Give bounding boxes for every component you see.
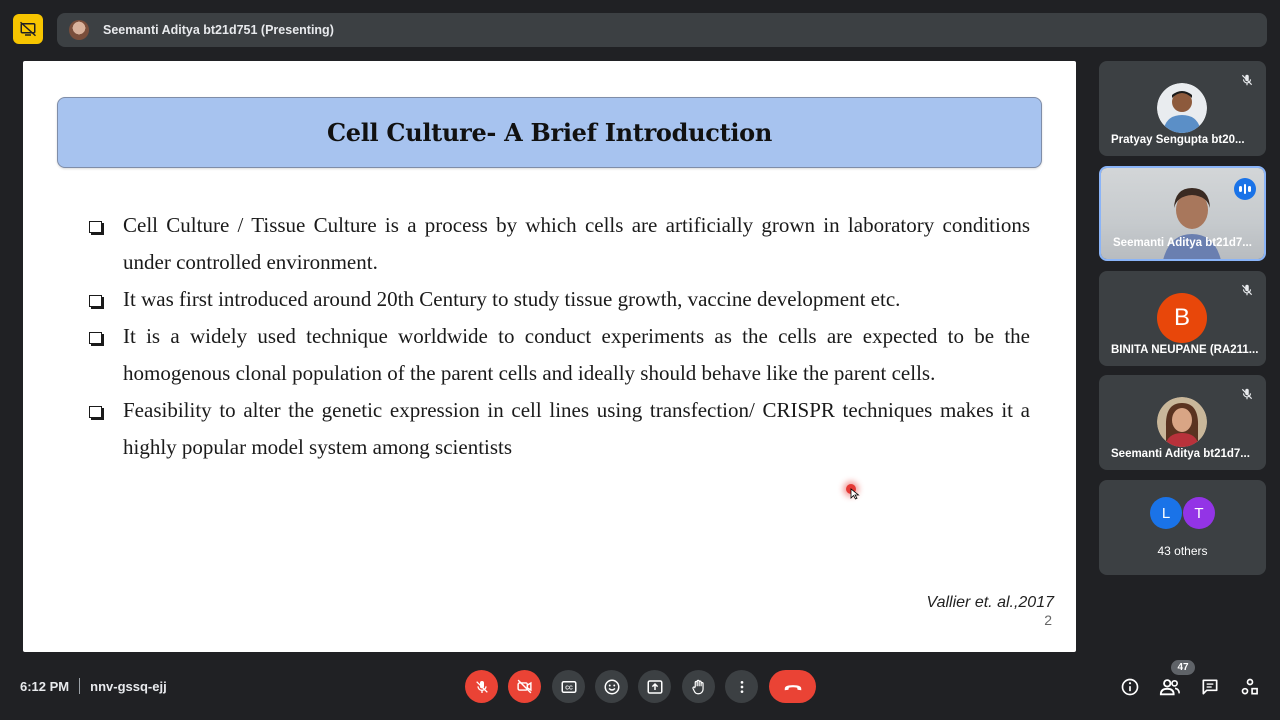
present-off-icon — [19, 21, 37, 37]
slide-page-number: 2 — [1044, 612, 1052, 628]
mouse-cursor-icon — [850, 488, 860, 500]
participant-name: Seemanti Aditya bt21d7... — [1113, 237, 1252, 249]
mic-off-icon — [1241, 388, 1253, 400]
participant-tile-speaking[interactable]: Seemanti Aditya bt21d7... — [1099, 166, 1266, 261]
shared-slide: Cell Culture- A Brief Introduction Cell … — [23, 61, 1076, 652]
bullet-text: Feasibility to alter the genetic express… — [123, 398, 1030, 459]
info-icon — [1121, 678, 1139, 696]
participant-tile[interactable]: Seemanti Aditya bt21d7... — [1099, 375, 1266, 470]
captions-icon: CC — [561, 680, 576, 693]
bullet-text: Cell Culture / Tissue Culture is a proce… — [123, 213, 1030, 274]
slide-bullet: It is a widely used technique worldwide … — [87, 318, 1030, 392]
meeting-details-button[interactable] — [1119, 676, 1141, 698]
participant-avatar: B — [1157, 293, 1207, 343]
presenting-label: Seemanti Aditya bt21d751 (Presenting) — [103, 23, 334, 37]
others-count-label: 43 others — [1157, 544, 1208, 558]
participant-tile[interactable]: B BINITA NEUPANE (RA211... — [1099, 271, 1266, 366]
more-vert-icon — [740, 680, 743, 693]
more-options-button[interactable] — [725, 670, 758, 703]
captions-button[interactable]: CC — [552, 670, 585, 703]
activities-icon — [1241, 678, 1258, 695]
slide-bullet: Cell Culture / Tissue Culture is a proce… — [87, 207, 1030, 281]
raise-hand-button[interactable] — [682, 670, 715, 703]
reactions-button[interactable] — [595, 670, 628, 703]
camera-toggle-button[interactable] — [508, 670, 541, 703]
presenter-avatar — [69, 20, 89, 40]
clock-time: 6:12 PM — [20, 678, 70, 694]
end-call-icon — [784, 684, 801, 690]
others-tile[interactable]: L T 43 others — [1099, 480, 1266, 575]
mic-off-icon — [1241, 74, 1253, 86]
meet-window: Seemanti Aditya bt21d751 (Presenting) Ce… — [0, 0, 1280, 720]
others-avatar: T — [1183, 497, 1215, 529]
hand-icon — [691, 679, 704, 694]
slide-title-box: Cell Culture- A Brief Introduction — [57, 97, 1042, 168]
chat-button[interactable] — [1199, 676, 1221, 698]
chat-icon — [1202, 679, 1218, 695]
checkbox-bullet-icon — [89, 221, 102, 233]
slide-bullet: It was first introduced around 20th Cent… — [87, 281, 1030, 318]
participant-name: Pratyay Sengupta bt20... — [1111, 134, 1245, 146]
divider — [79, 678, 81, 694]
participant-avatar — [1157, 397, 1207, 447]
svg-text:CC: CC — [565, 685, 573, 691]
slide-bullet-list: Cell Culture / Tissue Culture is a proce… — [87, 207, 1030, 466]
checkbox-bullet-icon — [89, 295, 102, 307]
present-now-button[interactable] — [638, 670, 671, 703]
mic-off-icon — [475, 680, 488, 693]
participant-count-badge: 47 — [1171, 660, 1195, 675]
mic-toggle-button[interactable] — [465, 670, 498, 703]
speaking-indicator-icon — [1234, 178, 1256, 200]
activities-button[interactable] — [1239, 676, 1261, 698]
participant-tile[interactable]: Pratyay Sengupta bt20... — [1099, 61, 1266, 156]
bullet-text: It is a widely used technique worldwide … — [123, 324, 1030, 385]
others-avatar: L — [1150, 497, 1182, 529]
participant-video-figure — [1163, 188, 1221, 259]
slide-title: Cell Culture- A Brief Introduction — [326, 118, 773, 147]
people-icon — [1159, 679, 1180, 696]
leave-call-button[interactable] — [769, 670, 816, 703]
participant-avatar — [1157, 83, 1207, 133]
slide-bullet: Feasibility to alter the genetic express… — [87, 392, 1030, 466]
emoji-icon — [604, 679, 619, 694]
checkbox-bullet-icon — [89, 332, 102, 344]
presenting-banner[interactable]: Seemanti Aditya bt21d751 (Presenting) — [57, 13, 1267, 47]
camera-off-icon — [517, 679, 532, 694]
participant-name: Seemanti Aditya bt21d7... — [1111, 448, 1250, 460]
meeting-info: 6:12 PM nnv-gssq-ejj — [20, 678, 167, 694]
slide-citation: Vallier et. al.,2017 — [926, 594, 1054, 611]
bullet-text: It was first introduced around 20th Cent… — [123, 287, 901, 311]
meeting-code: nnv-gssq-ejj — [90, 678, 167, 694]
mic-off-icon — [1241, 284, 1253, 296]
people-button[interactable] — [1159, 676, 1181, 698]
present-screen-icon — [647, 679, 662, 694]
stop-presenting-button[interactable] — [13, 14, 43, 44]
checkbox-bullet-icon — [89, 406, 102, 418]
participant-name: BINITA NEUPANE (RA211... — [1111, 344, 1259, 356]
